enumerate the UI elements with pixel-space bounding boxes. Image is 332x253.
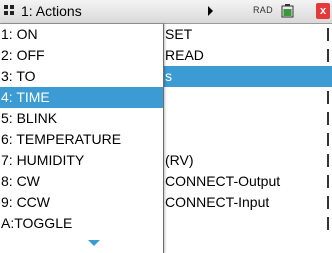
dropdown-item[interactable]: A:TOGGLE (0, 213, 163, 234)
dropdown-item[interactable]: 6: TEMPERATURE (0, 129, 163, 150)
parent-menu-item-label: s (165, 68, 172, 84)
submenu-indicator-icon (327, 154, 329, 167)
close-icon[interactable]: x (316, 3, 330, 19)
submenu-indicator-icon (327, 91, 329, 104)
submenu-indicator-icon (327, 49, 329, 62)
dropdown-item[interactable]: 8: CW (0, 171, 163, 192)
submenu-indicator-icon (327, 196, 329, 209)
dropdown-item[interactable]: 5: BLINK (0, 108, 163, 129)
dropdown-item[interactable]: 9: CCW (0, 192, 163, 213)
dropdown-item[interactable]: 7: HUMIDITY (0, 150, 163, 171)
menu-grid-icon[interactable] (4, 5, 15, 16)
dropdown-item[interactable]: 2: OFF (0, 45, 163, 66)
parent-menu-item-label: (RV) (165, 152, 194, 168)
submenu-arrow-icon (208, 6, 213, 16)
angle-mode-indicator: RAD (253, 5, 273, 15)
scroll-down-arrow-icon[interactable] (88, 240, 100, 246)
calculator-screen: 1: Actions RAD x SET READ s (RV) CONNECT-Out… (0, 0, 332, 253)
submenu-indicator-icon (327, 28, 329, 41)
parent-menu-item-label: CONNECT-Output (165, 173, 281, 189)
dropdown-item[interactable]: 3: TO (0, 66, 163, 87)
battery-icon (281, 4, 294, 18)
parent-menu-item-label: CONNECT-Input (165, 194, 270, 210)
submenu-indicator-icon (327, 175, 329, 188)
parent-menu-item-label: SET (165, 26, 193, 42)
dropdown-item[interactable]: 4: TIME (0, 87, 163, 108)
submenu-indicator-icon (327, 133, 329, 146)
submenu-indicator-icon (327, 217, 329, 230)
dropdown-item[interactable]: 1: ON (0, 24, 163, 45)
parent-menu-item-label: READ (165, 47, 204, 63)
menu-title: 1: Actions (21, 3, 82, 19)
actions-dropdown-menu: 1: ON 2: OFF 3: TO 4: TIME 5: BLINK 6: TEMPER… (0, 24, 164, 253)
title-bar: 1: Actions RAD x (0, 0, 332, 24)
submenu-indicator-icon (327, 112, 329, 125)
